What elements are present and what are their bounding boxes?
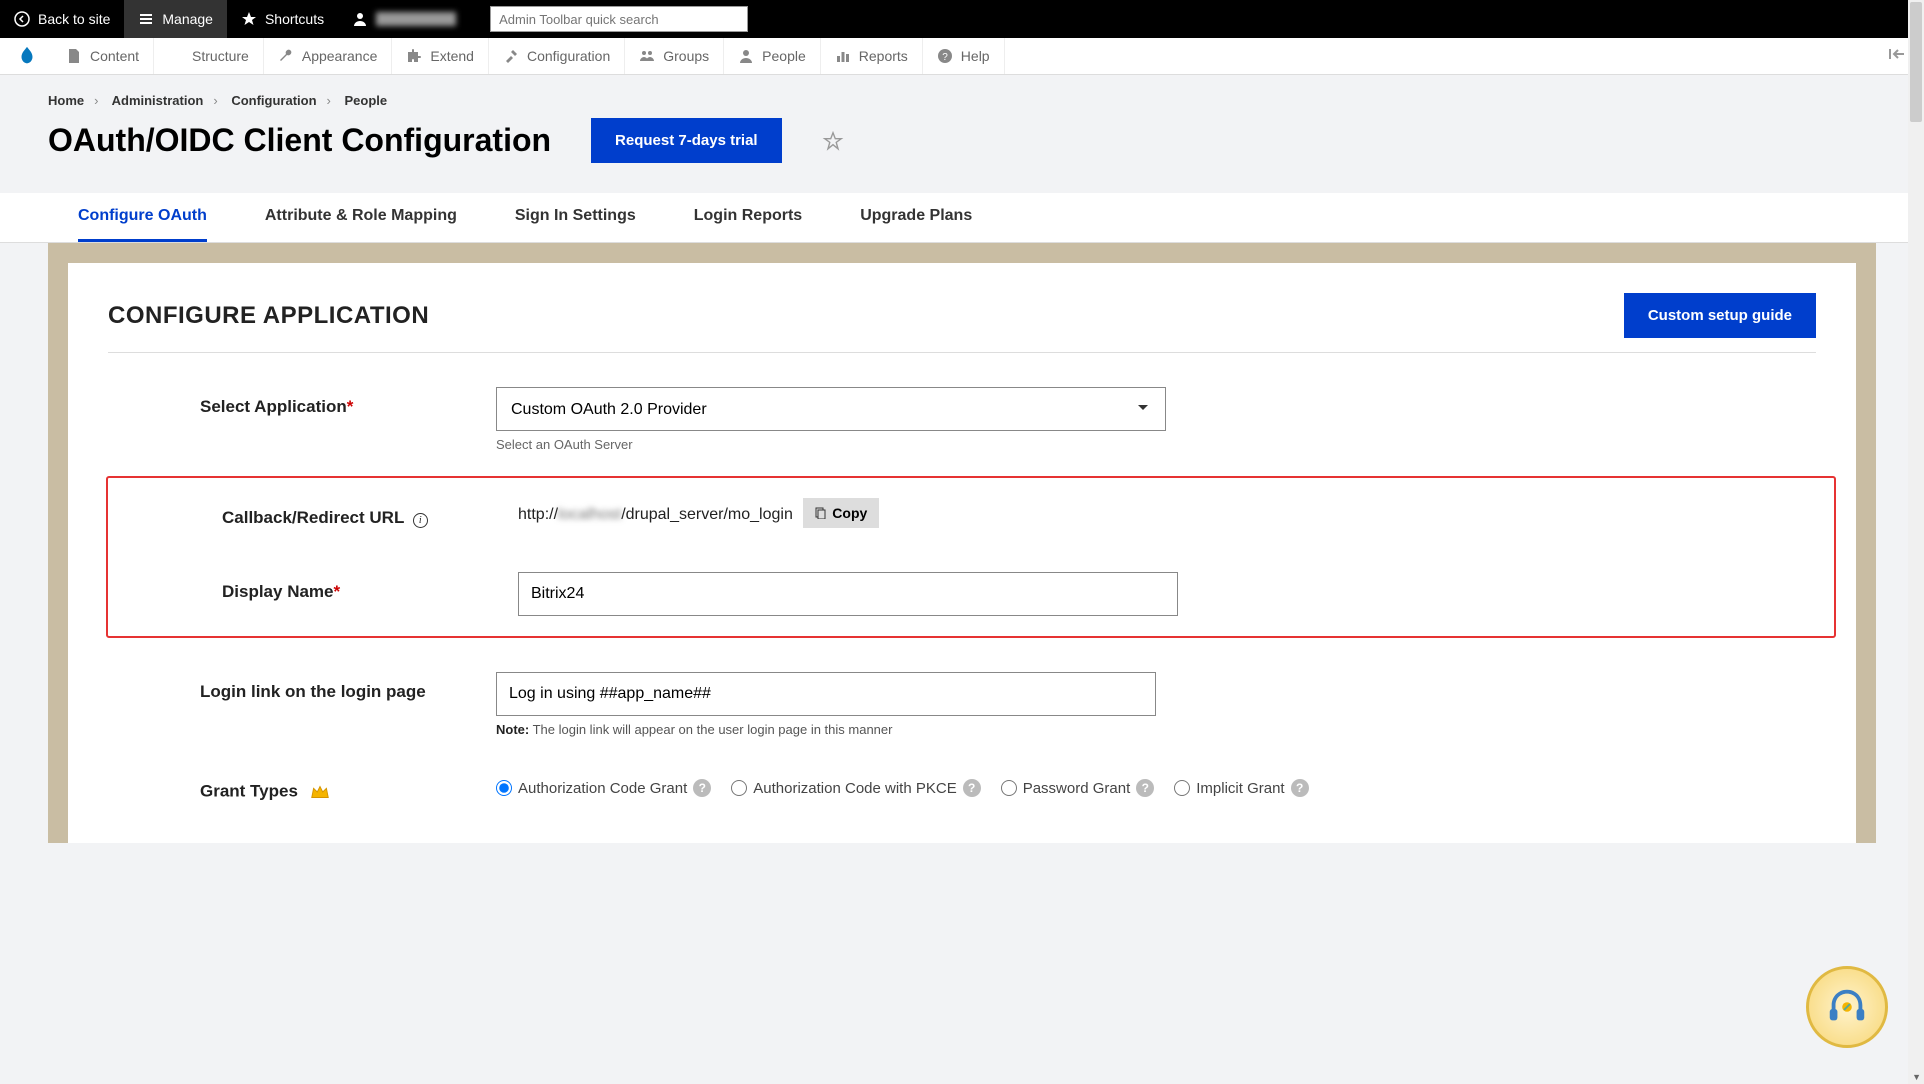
svg-text:?: ?	[942, 52, 948, 63]
crumb-people[interactable]: People	[345, 93, 388, 108]
crumb-home[interactable]: Home	[48, 93, 84, 108]
page-header: OAuth/OIDC Client Configuration Request …	[0, 108, 1924, 183]
user-menu[interactable]	[338, 0, 470, 38]
favorite-star-icon[interactable]	[822, 130, 844, 152]
highlighted-section: Callback/Redirect URL i http://localhost…	[106, 476, 1836, 638]
scrollbar[interactable]: ▲ ▼	[1908, 0, 1924, 1084]
row-login-link: Login link on the login page Note: The l…	[108, 672, 1816, 737]
menu-extend[interactable]: Extend	[392, 38, 489, 74]
row-select-application: Select Application* Custom OAuth 2.0 Pro…	[108, 387, 1816, 452]
drupal-logo-icon[interactable]	[16, 45, 38, 67]
login-link-note: Note: The login link will appear on the …	[496, 722, 1816, 737]
grant-pkce[interactable]: Authorization Code with PKCE?	[731, 779, 980, 797]
headset-icon	[1824, 984, 1870, 1030]
back-to-site[interactable]: Back to site	[0, 0, 124, 38]
label-grant-types: Grant Types	[108, 771, 496, 803]
grant-implicit[interactable]: Implicit Grant?	[1174, 779, 1308, 797]
crumb-config[interactable]: Configuration	[231, 93, 316, 108]
groups-icon	[639, 48, 655, 64]
tab-signin-settings[interactable]: Sign In Settings	[515, 193, 636, 242]
menu-people[interactable]: People	[724, 38, 821, 74]
user-icon	[352, 11, 368, 27]
crumb-admin[interactable]: Administration	[112, 93, 204, 108]
callback-url-text: http://localhost/drupal_server/mo_login	[518, 506, 793, 523]
tab-login-reports[interactable]: Login Reports	[694, 193, 802, 242]
info-icon[interactable]: i	[413, 513, 428, 528]
menu-structure[interactable]: Structure	[154, 38, 264, 74]
help-icon[interactable]: ?	[1291, 779, 1309, 797]
tab-configure-oauth[interactable]: Configure OAuth	[78, 193, 207, 242]
menu-content[interactable]: Content	[52, 38, 154, 74]
manage-label: Manage	[162, 11, 213, 27]
star-icon	[241, 11, 257, 27]
menu-configuration[interactable]: Configuration	[489, 38, 625, 74]
scroll-down-icon[interactable]: ▼	[1912, 1072, 1921, 1082]
shortcuts-label: Shortcuts	[265, 11, 324, 27]
back-arrow-icon	[14, 11, 30, 27]
copy-button[interactable]: Copy	[803, 498, 879, 528]
support-chat-bubble[interactable]	[1806, 966, 1888, 1048]
collapse-icon	[1888, 47, 1906, 61]
label-select-application: Select Application*	[108, 387, 496, 417]
select-application-wrap: Custom OAuth 2.0 Provider	[496, 387, 1166, 431]
menu-groups[interactable]: Groups	[625, 38, 724, 74]
grant-auth-code[interactable]: Authorization Code Grant?	[496, 779, 711, 797]
menu-reports[interactable]: Reports	[821, 38, 923, 74]
select-application-dropdown[interactable]: Custom OAuth 2.0 Provider	[496, 387, 1166, 431]
crown-icon	[309, 781, 331, 803]
help-icon[interactable]: ?	[963, 779, 981, 797]
copy-icon	[815, 507, 827, 519]
toolbar-search-wrap	[490, 6, 748, 32]
row-grant-types: Grant Types Authorization Code Grant? Au…	[108, 771, 1816, 803]
page-title: OAuth/OIDC Client Configuration	[48, 122, 551, 159]
main-wrap: CONFIGURE APPLICATION Custom setup guide…	[48, 243, 1876, 843]
help-icon[interactable]: ?	[1136, 779, 1154, 797]
request-trial-button[interactable]: Request 7-days trial	[591, 118, 782, 163]
back-to-site-label: Back to site	[38, 11, 110, 27]
help-icon[interactable]: ?	[693, 779, 711, 797]
file-icon	[66, 48, 82, 64]
grant-types-radios: Authorization Code Grant? Authorization …	[496, 771, 1816, 797]
hamburger-icon	[138, 11, 154, 27]
breadcrumb: Home› Administration› Configuration› Peo…	[0, 75, 1924, 108]
configure-app-panel: CONFIGURE APPLICATION Custom setup guide…	[68, 263, 1856, 843]
username-label	[376, 12, 456, 26]
tools-icon	[503, 48, 519, 64]
manage-menu[interactable]: Manage	[124, 0, 227, 38]
tab-upgrade-plans[interactable]: Upgrade Plans	[860, 193, 972, 242]
login-link-input[interactable]	[496, 672, 1156, 716]
toolbar-search-input[interactable]	[490, 6, 748, 32]
admin-menu: Content Structure Appearance Extend Conf…	[0, 38, 1924, 75]
display-name-input[interactable]	[518, 572, 1178, 616]
row-callback-url: Callback/Redirect URL i http://localhost…	[202, 498, 1814, 528]
label-display-name: Display Name*	[202, 572, 518, 602]
admin-topbar: Back to site Manage Shortcuts	[0, 0, 1924, 38]
scrollbar-thumb[interactable]	[1910, 2, 1922, 122]
select-app-helper: Select an OAuth Server	[496, 437, 1816, 452]
row-display-name: Display Name*	[202, 572, 1814, 616]
grant-password[interactable]: Password Grant?	[1001, 779, 1155, 797]
setup-guide-button[interactable]: Custom setup guide	[1624, 293, 1816, 338]
structure-icon	[168, 48, 184, 64]
tab-attribute-mapping[interactable]: Attribute & Role Mapping	[265, 193, 457, 242]
help-icon: ?	[937, 48, 953, 64]
person-icon	[738, 48, 754, 64]
wrench-icon	[278, 48, 294, 64]
menu-appearance[interactable]: Appearance	[264, 38, 393, 74]
label-login-link: Login link on the login page	[108, 672, 496, 702]
shortcuts-menu[interactable]: Shortcuts	[227, 0, 338, 38]
puzzle-icon	[406, 48, 422, 64]
config-tabs: Configure OAuth Attribute & Role Mapping…	[0, 193, 1924, 243]
panel-head: CONFIGURE APPLICATION Custom setup guide	[108, 293, 1816, 353]
menu-help[interactable]: ?Help	[923, 38, 1005, 74]
barchart-icon	[835, 48, 851, 64]
panel-heading: CONFIGURE APPLICATION	[108, 302, 429, 330]
label-callback: Callback/Redirect URL i	[202, 498, 518, 528]
